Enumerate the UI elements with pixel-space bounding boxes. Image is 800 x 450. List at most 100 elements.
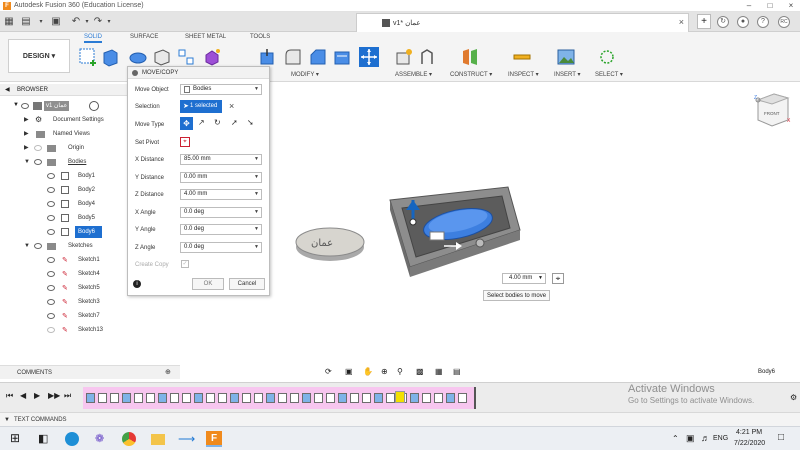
browser-item-body5[interactable]: Body5 bbox=[46, 211, 102, 225]
timeline-feature[interactable] bbox=[110, 393, 119, 403]
network-icon[interactable]: ▣ bbox=[686, 433, 695, 444]
minimize-button[interactable]: – bbox=[742, 1, 756, 11]
eye-icon[interactable] bbox=[34, 159, 42, 165]
timeline-feature[interactable] bbox=[386, 393, 395, 403]
job-status-icon[interactable]: ● bbox=[737, 16, 749, 28]
maximize-button[interactable]: □ bbox=[763, 1, 777, 11]
inspect-menu[interactable]: INSPECT ▾ bbox=[508, 71, 539, 78]
move-copy-icon[interactable] bbox=[359, 47, 379, 67]
browser-item-body1[interactable]: Body1 bbox=[46, 169, 102, 183]
language-indicator[interactable]: ENG bbox=[713, 435, 728, 442]
timeline-feature[interactable] bbox=[86, 393, 95, 403]
dropdown-arrow-icon[interactable]: ▼ bbox=[254, 85, 259, 94]
dropdown-arrow-icon[interactable]: ▼ bbox=[538, 274, 543, 283]
eye-icon[interactable] bbox=[47, 173, 55, 179]
free-move-icon[interactable]: ✥ bbox=[180, 117, 193, 130]
new-tab-button[interactable]: + bbox=[697, 14, 711, 29]
cancel-button[interactable]: Cancel bbox=[229, 278, 265, 290]
eye-icon[interactable] bbox=[47, 187, 55, 193]
eye-icon[interactable] bbox=[34, 243, 42, 249]
eye-icon[interactable] bbox=[47, 257, 55, 263]
browser-item-document-settings[interactable]: ▶ ⚙ Document Settings bbox=[24, 113, 134, 127]
rectangular-pattern-icon[interactable] bbox=[176, 47, 196, 67]
pan-icon[interactable]: ✋ bbox=[363, 367, 373, 376]
browser-root-row[interactable]: ▼ v1 عمان bbox=[13, 100, 133, 114]
select-menu[interactable]: SELECT ▾ bbox=[595, 71, 623, 78]
activate-radio-icon[interactable] bbox=[89, 101, 99, 111]
close-window-button[interactable]: × bbox=[784, 1, 798, 11]
eye-icon[interactable] bbox=[47, 215, 55, 221]
timeline-feature[interactable] bbox=[422, 393, 431, 403]
browser-item-bodies[interactable]: ▼ Bodies bbox=[24, 155, 134, 169]
task-view-icon[interactable]: ◧ bbox=[38, 432, 48, 445]
eye-icon[interactable] bbox=[47, 285, 55, 291]
volume-icon[interactable]: ♬ bbox=[701, 433, 710, 443]
timeline-feature[interactable] bbox=[230, 393, 239, 403]
add-comment-icon[interactable]: ⊕ bbox=[165, 366, 171, 380]
timeline-play-icon[interactable]: ▶ bbox=[34, 391, 40, 400]
text-commands-bar[interactable]: ▼ TEXT COMMANDS bbox=[0, 412, 800, 426]
model-canvas[interactable]: عمان FRONT Z X bbox=[270, 82, 800, 362]
timeline-feature[interactable] bbox=[290, 393, 299, 403]
timeline-feature[interactable] bbox=[182, 393, 191, 403]
timeline-feature[interactable] bbox=[374, 393, 383, 403]
eye-icon[interactable] bbox=[47, 327, 55, 333]
tab-solid[interactable]: SOLID bbox=[84, 34, 103, 43]
grid-settings-icon[interactable]: ▦ bbox=[435, 367, 443, 376]
file-explorer-icon[interactable] bbox=[151, 434, 165, 445]
eye-icon[interactable] bbox=[34, 145, 42, 151]
document-tab[interactable]: v1* عمان × bbox=[356, 13, 689, 32]
timeline-feature[interactable] bbox=[278, 393, 287, 403]
timeline-feature[interactable] bbox=[98, 393, 107, 403]
vscode-icon[interactable]: ⟶ bbox=[178, 432, 195, 446]
timeline-feature[interactable] bbox=[350, 393, 359, 403]
clock-date[interactable]: 7/22/2020 bbox=[734, 440, 765, 447]
user-avatar[interactable]: RC bbox=[778, 16, 790, 28]
chrome-icon[interactable] bbox=[122, 432, 136, 446]
insert-menu[interactable]: INSERT ▾ bbox=[554, 71, 580, 78]
assemble-menu[interactable]: ASSEMBLE ▾ bbox=[395, 71, 432, 78]
point-to-position-icon[interactable]: ➘ bbox=[247, 118, 254, 127]
timeline-settings-icon[interactable]: ⚙ bbox=[790, 393, 797, 402]
timeline-feature[interactable] bbox=[446, 393, 455, 403]
fusion360-taskbar-icon[interactable]: F bbox=[206, 431, 222, 447]
timeline-feature[interactable] bbox=[314, 393, 323, 403]
save-icon[interactable]: ▣ bbox=[50, 16, 62, 28]
dropdown-arrow-icon[interactable]: ▼ bbox=[254, 190, 259, 199]
timeline-feature[interactable] bbox=[410, 393, 419, 403]
expand-icon[interactable]: ▼ bbox=[4, 413, 10, 427]
x-distance-input[interactable]: 85.00 mm ▼ bbox=[180, 154, 262, 165]
browser-item-sketch5[interactable]: ✎ Sketch5 bbox=[46, 281, 106, 295]
browser-item-origin[interactable]: ▶ Origin bbox=[24, 141, 134, 155]
browser-item-sketch13[interactable]: ✎ Sketch13 bbox=[46, 323, 110, 337]
measure-icon[interactable] bbox=[512, 47, 532, 67]
timeline-feature[interactable] bbox=[242, 393, 251, 403]
app-grid-icon[interactable]: ▦ bbox=[3, 16, 15, 28]
shell-icon[interactable] bbox=[332, 47, 352, 67]
create-copy-checkbox[interactable]: ✓ bbox=[181, 260, 189, 268]
selection-button[interactable]: ➤ 1 selected bbox=[180, 100, 222, 113]
rotate-icon[interactable]: ↻ bbox=[214, 118, 221, 127]
insert-image-icon[interactable] bbox=[556, 47, 576, 67]
browser-item-named-views[interactable]: ▶ Named Views bbox=[24, 127, 134, 141]
timeline-feature-active[interactable] bbox=[395, 391, 405, 403]
timeline-feature[interactable] bbox=[434, 393, 443, 403]
viewports-icon[interactable]: ▤ bbox=[453, 367, 461, 376]
construct-menu[interactable]: CONSTRUCT ▾ bbox=[450, 71, 492, 78]
collapse-icon[interactable]: ◀ bbox=[5, 86, 10, 93]
y-angle-input[interactable]: 0.0 deg ▼ bbox=[180, 224, 262, 235]
browser-item-body2[interactable]: Body2 bbox=[46, 183, 102, 197]
tray-chevron-icon[interactable]: ⌃ bbox=[672, 434, 679, 443]
clock-time[interactable]: 4:21 PM bbox=[736, 429, 762, 436]
eye-icon[interactable] bbox=[21, 103, 29, 109]
box-icon[interactable] bbox=[152, 47, 172, 67]
point-to-point-icon[interactable]: ➚ bbox=[231, 118, 238, 127]
timeline-back-icon[interactable]: ◀ bbox=[20, 391, 26, 400]
new-component-icon[interactable] bbox=[394, 47, 414, 67]
timeline-feature[interactable] bbox=[362, 393, 371, 403]
look-at-icon[interactable]: ▣ bbox=[345, 367, 353, 376]
manipulator-toggle-button[interactable]: ⌖ bbox=[552, 273, 564, 284]
y-distance-input[interactable]: 0.00 mm ▼ bbox=[180, 172, 262, 183]
dropdown-arrow-icon[interactable]: ▼ bbox=[254, 243, 259, 252]
windows-start-icon[interactable]: ⊞ bbox=[10, 431, 20, 445]
